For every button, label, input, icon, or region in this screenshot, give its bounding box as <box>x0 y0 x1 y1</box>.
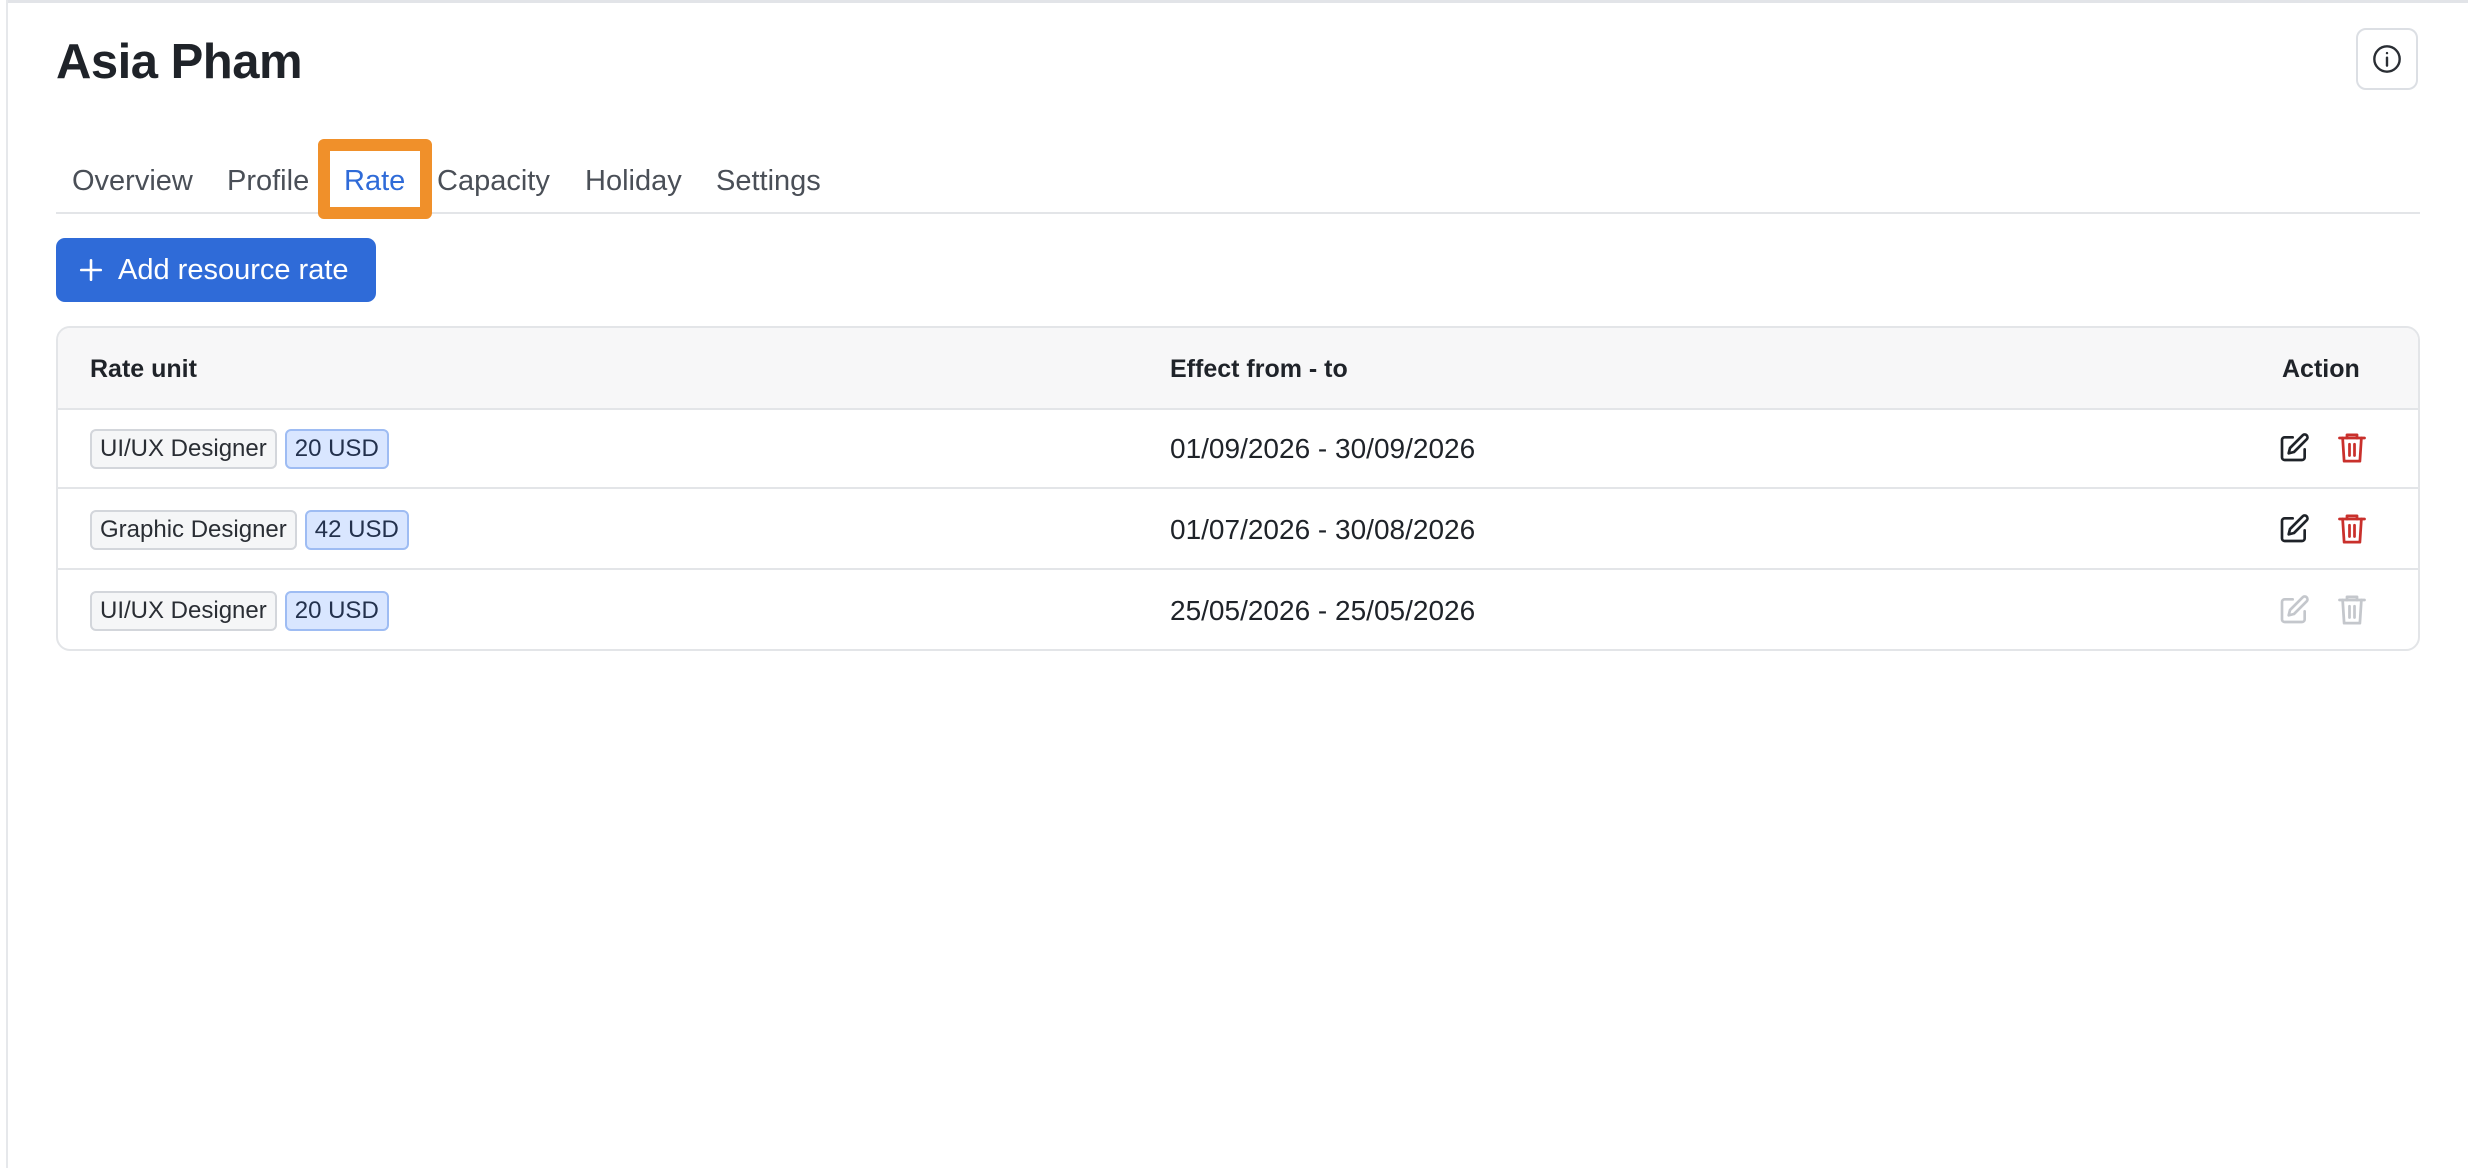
edit-icon <box>2280 595 2309 624</box>
header-action: Action <box>2282 355 2360 383</box>
trash-icon <box>2338 595 2366 625</box>
edit-icon <box>2280 433 2309 462</box>
tab-overview[interactable]: Overview <box>72 140 193 212</box>
delete-button[interactable] <box>2334 430 2370 466</box>
edit-button-disabled <box>2276 592 2312 628</box>
rate-unit-cell: UI/UX Designer 20 USD <box>90 570 389 649</box>
add-resource-rate-button[interactable]: Add resource rate <box>56 238 376 302</box>
tab-capacity[interactable]: Capacity <box>437 140 550 212</box>
delete-button[interactable] <box>2334 511 2370 547</box>
window-top-border <box>0 0 2468 3</box>
rate-unit-cell: Graphic Designer 42 USD <box>90 489 409 570</box>
add-resource-rate-label: Add resource rate <box>118 253 349 286</box>
period-cell: 01/09/2026 - 30/09/2026 <box>1170 433 1476 464</box>
tab-settings[interactable]: Settings <box>716 140 821 212</box>
info-button[interactable] <box>2356 28 2418 90</box>
header-period: Effect from - to <box>1170 355 1348 383</box>
trash-icon <box>2338 433 2366 463</box>
plus-icon <box>79 258 103 282</box>
edit-button[interactable] <box>2276 430 2312 466</box>
tab-rate[interactable]: Rate <box>344 140 405 212</box>
rate-tag: 20 USD <box>284 428 389 469</box>
period-cell: 01/07/2026 - 30/08/2026 <box>1170 514 1476 545</box>
role-tag: Graphic Designer <box>90 509 297 550</box>
edit-button[interactable] <box>2276 511 2312 547</box>
tab-profile[interactable]: Profile <box>227 140 309 212</box>
window-left-border <box>0 0 8 1168</box>
period-cell: 25/05/2026 - 25/05/2026 <box>1170 595 1476 626</box>
info-circle-icon <box>2373 45 2401 73</box>
rates-table: Rate unit Effect from - to Action UI/UX … <box>56 326 2420 651</box>
edit-icon <box>2280 514 2309 543</box>
rate-tag: 42 USD <box>304 509 409 550</box>
role-tag: UI/UX Designer <box>90 590 277 631</box>
tab-bar: Overview Profile Rate Capacity Holiday S… <box>56 140 2420 214</box>
table-header: Rate unit Effect from - to Action <box>58 328 2418 410</box>
table-row: UI/UX Designer 20 USD 25/05/2026 - 25/05… <box>58 570 2418 649</box>
page-title: Asia Pham <box>56 35 303 89</box>
tab-holiday[interactable]: Holiday <box>585 140 682 212</box>
header-rate-unit: Rate unit <box>90 355 197 383</box>
delete-button-disabled <box>2334 592 2370 628</box>
table-row: UI/UX Designer 20 USD 01/09/2026 - 30/09… <box>58 408 2418 489</box>
rate-tag: 20 USD <box>284 590 389 631</box>
role-tag: UI/UX Designer <box>90 428 277 469</box>
trash-icon <box>2338 514 2366 544</box>
rate-unit-cell: UI/UX Designer 20 USD <box>90 408 389 489</box>
table-row: Graphic Designer 42 USD 01/07/2026 - 30/… <box>58 489 2418 570</box>
